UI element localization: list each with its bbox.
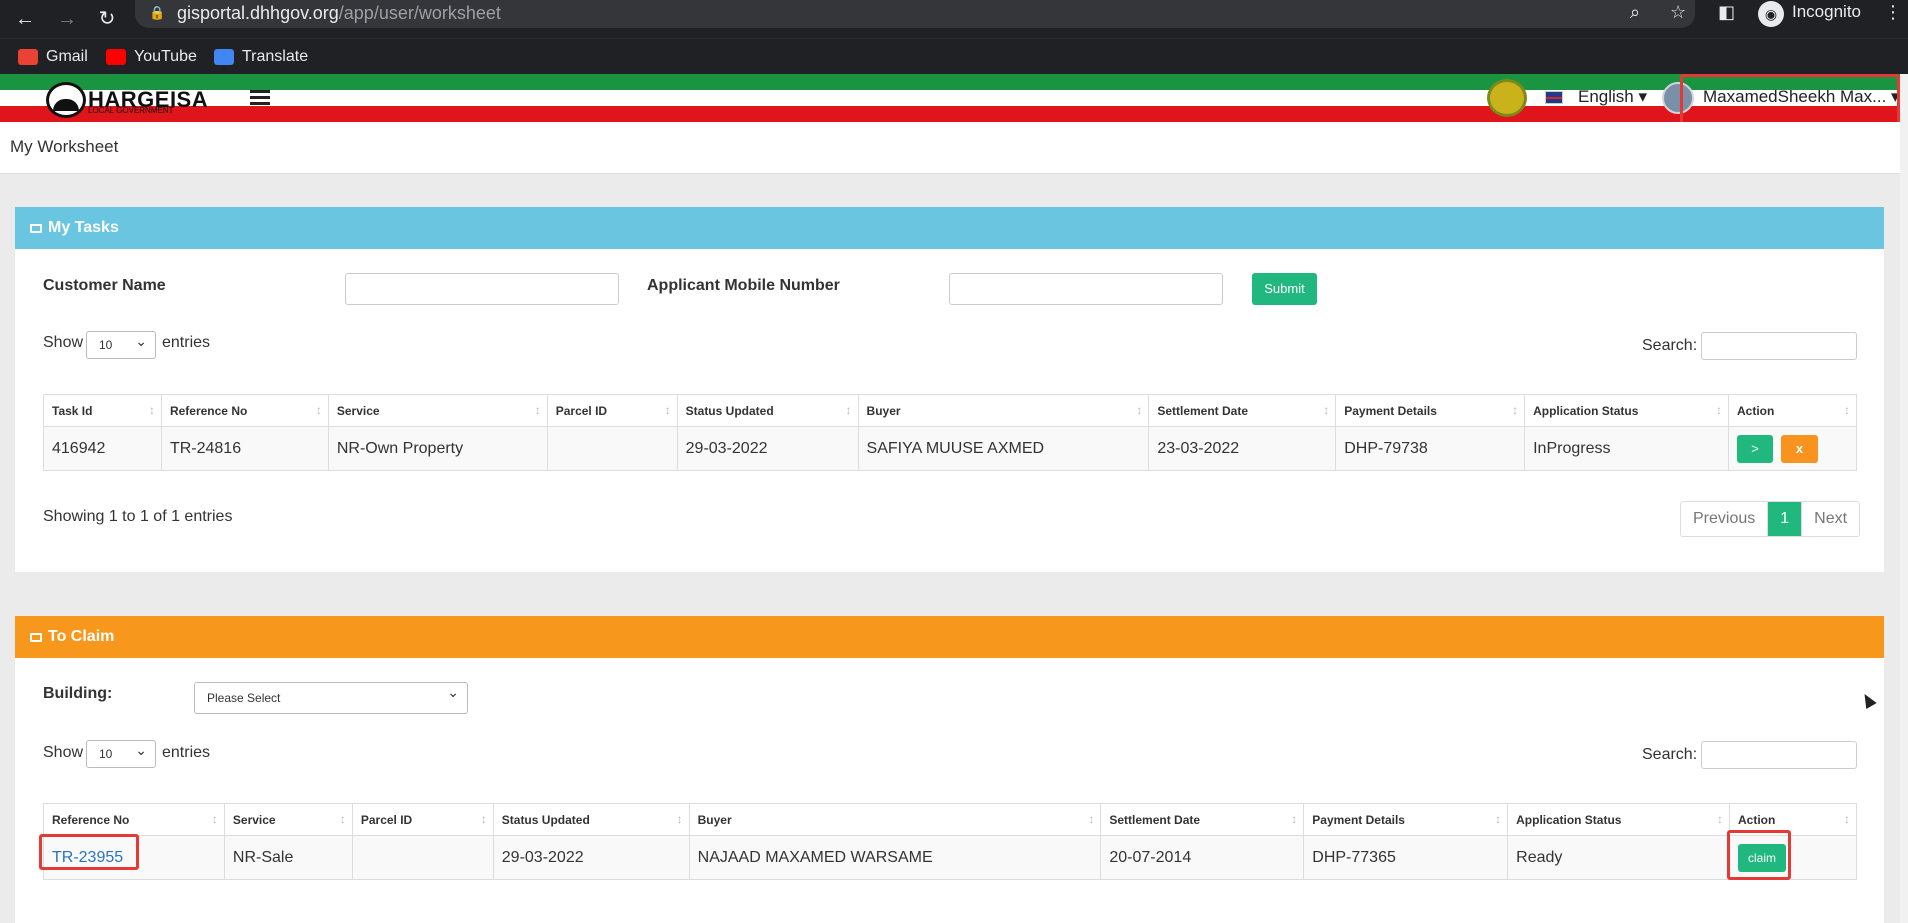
page-scrollbar[interactable]	[1900, 74, 1908, 923]
url-text: gisportal.dhhgov.org/app/user/worksheet	[177, 3, 501, 23]
table-row: TR-23955 NR-Sale 29-03-2022 NAJAAD MAXAM…	[43, 835, 1857, 880]
panel-icon	[30, 223, 42, 233]
highlight-reference-link	[39, 834, 139, 870]
col-payment-details[interactable]: Payment Details	[1303, 803, 1509, 836]
entries-select[interactable]: 10	[86, 740, 156, 768]
page-title-bar: My Worksheet	[0, 122, 1900, 174]
lock-icon: 🔒	[149, 5, 166, 20]
bookmark-youtube[interactable]: YouTube	[106, 45, 197, 69]
to-claim-header: To Claim	[15, 616, 1884, 658]
my-tasks-table: Task Id Reference No Service Parcel ID S…	[43, 394, 1858, 471]
to-claim-panel: To Claim Building: Please Select Show 10…	[15, 616, 1884, 923]
pager-next[interactable]: Next	[1802, 502, 1859, 536]
bookmark-star-icon[interactable]: ☆	[1670, 2, 1686, 23]
col-parcel-id[interactable]: Parcel ID	[351, 803, 494, 836]
table-row: 416942 TR-24816 NR-Own Property 29-03-20…	[43, 426, 1858, 471]
col-payment-details[interactable]: Payment Details	[1335, 394, 1526, 427]
my-tasks-panel: My Tasks Customer Name Applicant Mobile …	[15, 207, 1884, 572]
incognito-icon[interactable]: ◉	[1758, 1, 1784, 27]
col-status-updated[interactable]: Status Updated	[492, 803, 690, 836]
entries-label: entries	[162, 334, 211, 351]
col-task-id[interactable]: Task Id	[43, 394, 162, 427]
col-application-status[interactable]: Application Status	[1524, 394, 1729, 427]
col-buyer[interactable]: Buyer	[688, 803, 1102, 836]
bookmark-gmail[interactable]: Gmail	[18, 45, 88, 69]
bookmark-translate[interactable]: Translate	[214, 45, 308, 69]
my-tasks-header: My Tasks	[15, 207, 1884, 249]
pager-page-1[interactable]: 1	[1768, 502, 1803, 536]
youtube-icon	[106, 49, 126, 65]
address-bar[interactable]: 🔒 gisportal.dhhgov.org/app/user/workshee…	[135, 0, 1695, 28]
col-settlement-date[interactable]: Settlement Date	[1148, 394, 1337, 427]
browser-toolbar: ← → ↻ 🔒 gisportal.dhhgov.org/app/user/wo…	[0, 0, 1908, 38]
bookmarks-bar: Gmail YouTube Translate	[0, 38, 1908, 74]
entries-select[interactable]: 10	[86, 331, 156, 359]
claim-search-input[interactable]	[1701, 741, 1857, 769]
open-task-button[interactable]: >	[1736, 435, 1773, 463]
col-service[interactable]: Service	[223, 803, 353, 836]
menu-toggle-icon[interactable]	[250, 90, 270, 106]
building-select[interactable]: Please Select	[194, 682, 468, 714]
to-claim-table: Reference No Service Parcel ID Status Up…	[43, 803, 1857, 880]
tasks-search-input[interactable]	[1701, 332, 1857, 360]
language-dropdown[interactable]: English ▾	[1578, 87, 1647, 107]
uk-flag-icon	[1545, 91, 1563, 104]
submit-button[interactable]: Submit	[1252, 273, 1317, 305]
col-parcel-id[interactable]: Parcel ID	[546, 394, 678, 427]
page-title: My Worksheet	[10, 137, 119, 156]
reload-icon[interactable]: ↻	[96, 8, 118, 30]
government-seal-icon	[1487, 79, 1527, 117]
zoom-icon[interactable]: ⌕	[1630, 2, 1640, 23]
col-buyer[interactable]: Buyer	[857, 394, 1150, 427]
col-status-updated[interactable]: Status Updated	[676, 394, 859, 427]
forward-icon[interactable]: →	[56, 8, 78, 30]
hargeisa-logo[interactable]: HARGEISA LOCAL GOVERNMENT	[46, 82, 208, 118]
logo-mark-icon	[46, 82, 86, 118]
tasks-pagination: Previous 1 Next	[1680, 501, 1861, 537]
col-reference-no[interactable]: Reference No	[43, 803, 225, 836]
show-label: Show	[43, 334, 84, 351]
mobile-number-label: Applicant Mobile Number	[647, 277, 840, 294]
customer-name-label: Customer Name	[43, 277, 166, 294]
mobile-number-input[interactable]	[949, 273, 1223, 305]
customer-name-input[interactable]	[345, 273, 619, 305]
highlight-user-dropdown	[1680, 74, 1900, 126]
translate-icon	[214, 49, 234, 65]
col-service[interactable]: Service	[327, 394, 548, 427]
col-application-status[interactable]: Application Status	[1507, 803, 1731, 836]
show-label: Show	[43, 744, 84, 761]
col-action[interactable]: Action	[1727, 394, 1858, 427]
browser-menu-icon[interactable]: ⋮	[1884, 2, 1902, 23]
col-reference-no[interactable]: Reference No	[160, 394, 329, 427]
panel-icon	[30, 632, 42, 642]
back-icon[interactable]: ←	[14, 8, 36, 30]
col-settlement-date[interactable]: Settlement Date	[1100, 803, 1305, 836]
search-label: Search:	[1642, 337, 1698, 354]
tasks-showing-info: Showing 1 to 1 of 1 entries	[43, 508, 233, 525]
incognito-label: Incognito	[1792, 2, 1861, 21]
gmail-icon	[18, 49, 38, 65]
pager-previous[interactable]: Previous	[1681, 502, 1769, 536]
building-label: Building:	[43, 685, 113, 702]
cancel-task-button[interactable]: x	[1780, 435, 1818, 463]
side-panel-icon[interactable]: ◧	[1718, 2, 1735, 23]
highlight-claim-button	[1727, 830, 1791, 880]
entries-label: entries	[162, 744, 211, 761]
search-label: Search:	[1642, 746, 1698, 763]
